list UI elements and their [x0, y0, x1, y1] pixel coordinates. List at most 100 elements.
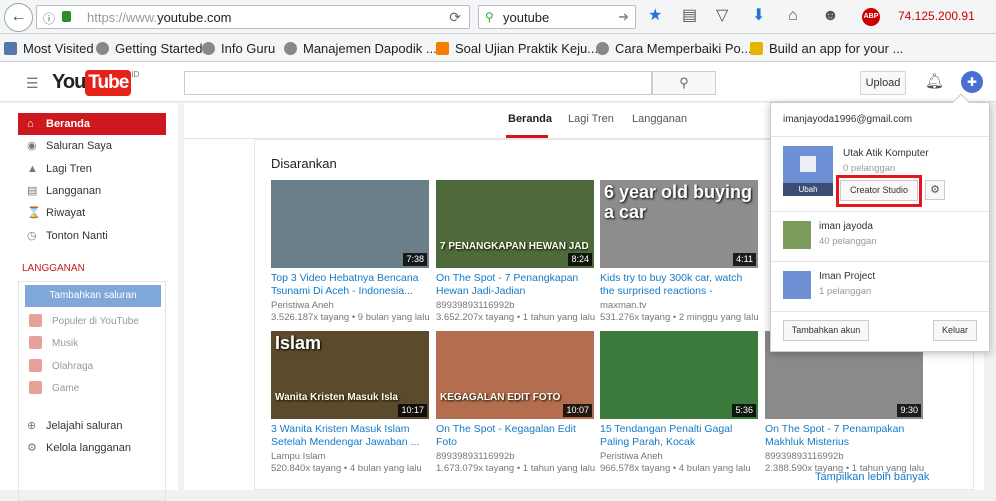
pocket-icon[interactable]: ▽ [716, 6, 728, 26]
video-thumbnail[interactable]: 5:36 [600, 331, 758, 419]
youtube-icon [29, 314, 42, 327]
video-card[interactable]: 6 year old buying a car 4:11 Kids try to b… [600, 180, 759, 323]
sidebar-item-tonton-nanti[interactable]: ◷ Tonton Nanti [18, 225, 166, 247]
video-channel[interactable]: Peristiwa Aneh [271, 300, 429, 311]
tab-beranda[interactable]: Beranda [508, 113, 552, 125]
change-photo-label[interactable]: Ubah [783, 183, 833, 196]
home-icon: ⌂ [27, 118, 34, 130]
tab-langganan[interactable]: Langganan [632, 113, 687, 125]
search-engine-icon[interactable]: ⚲ [485, 10, 494, 24]
history-icon: ⌛ [27, 207, 41, 219]
star-icon[interactable]: ★ [648, 6, 662, 26]
plus-circle-icon: ⊕ [27, 420, 37, 432]
video-channel[interactable]: 89939893116992b [436, 451, 594, 462]
bookmark-getting-started[interactable]: Getting Started [96, 41, 202, 56]
info-icon[interactable]: ⓘ [43, 10, 55, 27]
video-card[interactable]: Islam Wanita Kristen Masuk Isla 10:17 3 Wan… [271, 331, 429, 474]
video-card[interactable]: KEGAGALAN EDIT FOTO 10:07 On The Spot - Ke… [436, 331, 595, 474]
sidebar-item-langganan[interactable]: ▤ Langganan [18, 180, 166, 202]
menu-icon[interactable]: ☰ [26, 75, 39, 92]
video-channel[interactable]: maxman.tv [600, 300, 758, 311]
video-thumbnail[interactable]: 7:38 [271, 180, 429, 268]
bookmark-build-app[interactable]: Build an app for your ... [750, 41, 903, 56]
sidebar-item-riwayat[interactable]: ⌛ Riwayat [18, 202, 166, 224]
sub-item-musik[interactable]: Musik [29, 336, 78, 349]
video-title[interactable]: Top 3 Video Hebatnya Bencana Tsunami Di … [271, 272, 429, 298]
lock-icon [62, 11, 71, 22]
bookmark-soal-ujian[interactable]: Soal Ujian Praktik Keju... [436, 41, 598, 56]
video-meta: 966.578x tayang • 4 bulan yang lalu [600, 463, 751, 474]
subscriptions-box: Tambahkan saluran Populer di YouTube Mus… [18, 281, 166, 501]
trophy-icon [29, 359, 42, 372]
channel-art-icon [800, 156, 816, 172]
sub-item-game[interactable]: Game [29, 381, 79, 394]
video-title[interactable]: 3 Wanita Kristen Masuk Islam Setelah Men… [271, 423, 429, 449]
tab-lagi-tren[interactable]: Lagi Tren [568, 113, 614, 125]
address-bar[interactable]: ⓘ https://www.youtube.com ⟳ [36, 5, 470, 29]
add-channel-button[interactable]: Tambahkan saluran [25, 285, 161, 307]
bookmarks-icon [4, 42, 17, 55]
account-thumbnail [783, 221, 811, 249]
current-account-thumbnail[interactable]: Ubah [783, 146, 833, 196]
video-title[interactable]: 15 Tendangan Penalti Gagal Paling Parah,… [600, 423, 758, 449]
video-title[interactable]: On The Spot - 7 Penangkapan Hewan Jadi-J… [436, 272, 594, 298]
video-title[interactable]: On The Spot - 7 Penampakan Makhluk Miste… [765, 423, 923, 449]
youtube-search-button[interactable]: ⚲ [652, 71, 716, 95]
video-card[interactable]: 7:38 Top 3 Video Hebatnya Bencana Tsunami… [271, 180, 430, 323]
video-thumbnail[interactable]: 6 year old buying a car 4:11 [600, 180, 758, 268]
sidebar-item-kelola[interactable]: ⚙ Kelola langganan [18, 437, 166, 459]
ip-address: 74.125.200.91 [898, 9, 975, 23]
sidebar-item-lagi-tren[interactable]: ▲ Lagi Tren [18, 158, 166, 180]
sub-item-olahraga[interactable]: Olahraga [29, 359, 93, 372]
video-thumbnail[interactable]: Islam Wanita Kristen Masuk Isla 10:17 [271, 331, 429, 419]
video-title[interactable]: On The Spot - Kegagalan Edit Foto [436, 423, 594, 449]
thumbnail-text: 6 year old buying a car [604, 182, 753, 222]
bell-icon[interactable]: 🔔︎ [925, 72, 944, 90]
browser-search-box[interactable]: ⚲ youtube ➜ [478, 5, 636, 29]
back-button[interactable]: ← [4, 3, 33, 32]
video-card[interactable]: 9:30 On The Spot - 7 Penampakan Makhluk M… [765, 331, 924, 474]
headphones-icon [29, 336, 42, 349]
creator-studio-button[interactable]: Creator Studio [840, 180, 918, 201]
video-title[interactable]: Kids try to buy 300k car, watch the surp… [600, 272, 758, 298]
arrow-right-icon[interactable]: ➜ [618, 9, 629, 25]
bookmark-most-visited[interactable]: Most Visited [4, 41, 94, 56]
gear-icon: ⚙ [930, 184, 940, 196]
download-icon[interactable]: ⬇ [752, 6, 765, 26]
sidebar-item-jelajahi[interactable]: ⊕ Jelajahi saluran [18, 415, 166, 437]
video-card[interactable]: 7 PENANGKAPAN HEWAN JADI-JADIAN8:24 On Th… [436, 180, 595, 323]
account-subs: 40 pelanggan [819, 236, 877, 247]
home-icon[interactable]: ⌂ [788, 6, 798, 26]
sidebar-item-saluran-saya[interactable]: ◉ Saluran Saya [18, 135, 166, 157]
logout-button[interactable]: Keluar [933, 320, 977, 341]
video-channel[interactable]: 89939893116992b [436, 300, 594, 311]
video-thumbnail[interactable]: 7 PENANGKAPAN HEWAN JADI-JADIAN8:24 [436, 180, 594, 268]
adblock-icon[interactable]: ABP [862, 8, 880, 26]
current-account-name: Utak Atik Komputer [843, 148, 929, 159]
video-channel[interactable]: Peristiwa Aneh [600, 451, 758, 462]
upload-button[interactable]: Upload [860, 71, 906, 95]
account-avatar-button[interactable]: ✚ [961, 71, 983, 93]
add-account-button[interactable]: Tambahkan akun [783, 320, 869, 341]
browser-toolbar: ← ⓘ https://www.youtube.com ⟳ ⚲ youtube … [0, 0, 996, 34]
video-channel[interactable]: 89939893116992b [765, 451, 923, 462]
guide-sidebar: ⌂ Beranda ◉ Saluran Saya ▲ Lagi Tren ▤ Langg… [0, 103, 178, 501]
reload-icon[interactable]: ⟳ [449, 9, 461, 26]
bookmarks-bar: Most Visited Getting Started Info Guru M… [0, 34, 996, 62]
video-duration: 10:17 [398, 404, 427, 417]
youtube-search-input[interactable] [184, 71, 652, 95]
youtube-logo[interactable]: You Tube ID [52, 70, 139, 96]
bookmark-dapodik[interactable]: Manajemen Dapodik ... [284, 41, 437, 56]
sub-item-populer[interactable]: Populer di YouTube [29, 314, 139, 327]
video-card[interactable]: 5:36 15 Tendangan Penalti Gagal Paling Pa… [600, 331, 758, 474]
sidebar-item-beranda[interactable]: ⌂ Beranda [18, 113, 166, 135]
popup-footer-divider [771, 311, 989, 312]
video-channel[interactable]: Lampu Islam [271, 451, 429, 462]
smiley-icon[interactable]: ☻ [822, 6, 839, 26]
video-thumbnail[interactable]: KEGAGALAN EDIT FOTO 10:07 [436, 331, 594, 419]
bookmark-cara-memperbaiki[interactable]: Cara Memperbaiki Po... [596, 41, 752, 56]
bookmark-info-guru[interactable]: Info Guru [202, 41, 275, 56]
video-duration: 9:30 [897, 404, 921, 417]
clipboard-icon[interactable]: ▤ [682, 6, 697, 26]
settings-button[interactable]: ⚙ [925, 180, 945, 200]
